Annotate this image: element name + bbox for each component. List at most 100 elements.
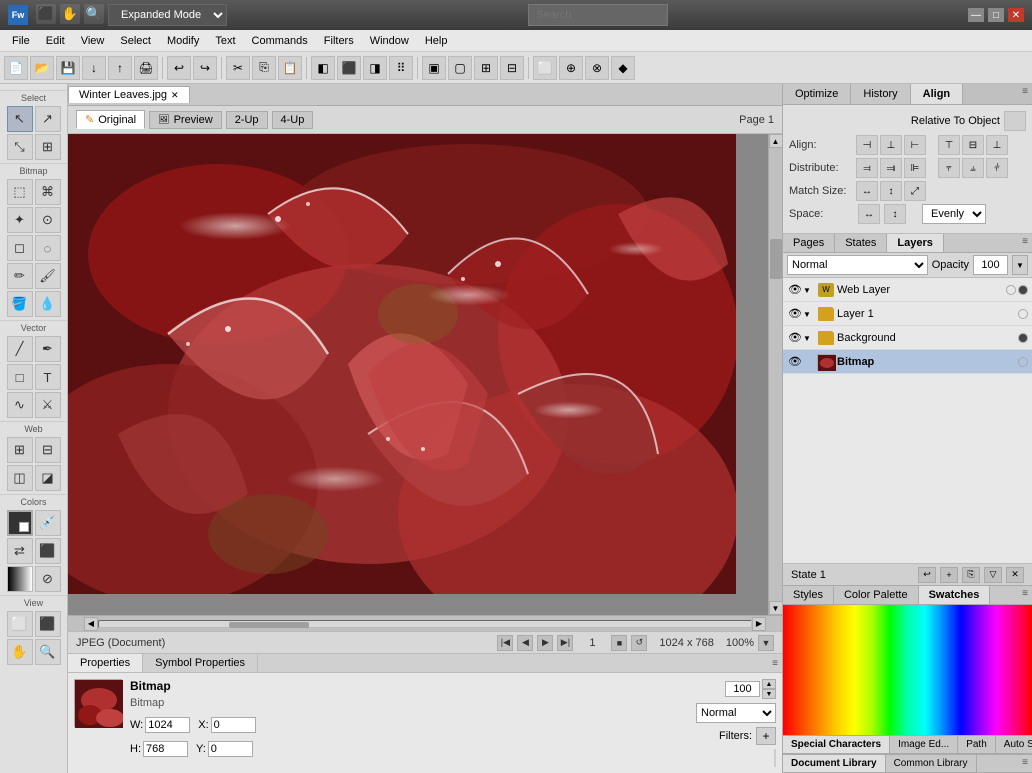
align-panel-collapse[interactable]: ≡ <box>1018 84 1032 104</box>
tool-pencil[interactable]: ✏ <box>7 263 33 289</box>
scroll-down-button[interactable]: ▼ <box>769 601 783 615</box>
tab-styles[interactable]: Styles <box>783 586 834 604</box>
width-input[interactable] <box>145 717 190 733</box>
maximize-button[interactable]: □ <box>988 8 1004 22</box>
tool-scale[interactable]: ⤡ <box>7 134 33 160</box>
tb-split[interactable]: ⊟ <box>500 56 524 80</box>
layer-blend-select[interactable]: Normal <box>787 255 928 275</box>
tool-eyedropper-2[interactable]: 💉 <box>35 510 61 536</box>
align-bottom-btn[interactable]: ⊥ <box>986 135 1008 155</box>
tool-eyedropper[interactable]: 💧 <box>35 291 61 317</box>
tb-export[interactable]: ↑ <box>108 56 132 80</box>
tb-open[interactable]: 📂 <box>30 56 54 80</box>
close-button[interactable]: ✕ <box>1008 8 1024 22</box>
tool-lasso[interactable]: ⌘ <box>35 179 61 205</box>
tool-line[interactable]: ╱ <box>7 336 33 362</box>
tool-show[interactable]: ◪ <box>35 465 61 491</box>
layer-arrow-1[interactable] <box>803 309 815 319</box>
swatches-collapse[interactable]: ≡ <box>1018 586 1032 604</box>
tool-slice[interactable]: ⊟ <box>35 437 61 463</box>
layer-arrow-web[interactable] <box>803 285 815 295</box>
tb-align-center[interactable]: ⬛ <box>337 56 361 80</box>
doc-tab-winter-leaves[interactable]: Winter Leaves.jpg ✕ <box>68 86 190 103</box>
h-scroll-thumb[interactable] <box>229 622 309 628</box>
align-top-btn[interactable]: ⊤ <box>938 135 960 155</box>
scroll-up-button[interactable]: ▲ <box>769 134 783 148</box>
tab-special-chars[interactable]: Special Characters <box>783 736 890 753</box>
panel-tab-history[interactable]: History <box>851 84 910 104</box>
layer-eye-bg[interactable]: 👁 <box>787 330 803 346</box>
tb-import[interactable]: ↓ <box>82 56 106 80</box>
state-btn-2[interactable]: + <box>940 567 958 583</box>
relative-to-button[interactable] <box>1004 111 1026 131</box>
blend-mode-select[interactable]: Normal <box>696 703 776 723</box>
tb-redo[interactable]: ↪ <box>193 56 217 80</box>
tb-flatten[interactable]: ⬜ <box>533 56 557 80</box>
opacity-arrow[interactable]: ▼ <box>1012 255 1028 275</box>
frame-stop[interactable]: ■ <box>611 635 627 651</box>
tool-freeform[interactable]: ∿ <box>7 392 33 418</box>
prop-tab-symbol[interactable]: Symbol Properties <box>143 654 258 672</box>
dist-middle-btn[interactable]: ⫨ <box>962 158 984 178</box>
tb-align-left[interactable]: ◧ <box>311 56 335 80</box>
tool-marquee[interactable]: ⬚ <box>7 179 33 205</box>
opacity-input[interactable] <box>725 681 760 697</box>
layer-eye-1[interactable]: 👁 <box>787 306 803 322</box>
tb-print[interactable]: 🖨 <box>134 56 158 80</box>
tab-states[interactable]: States <box>835 234 887 252</box>
align-center-h-btn[interactable]: ⊥ <box>880 135 902 155</box>
space-select[interactable]: Evenly <box>922 204 986 224</box>
menu-text[interactable]: Text <box>207 33 243 49</box>
tool-zoom[interactable]: 🔍 <box>35 639 61 665</box>
tool-crop[interactable]: ⊞ <box>35 134 61 160</box>
tb-mask[interactable]: ⊗ <box>585 56 609 80</box>
tool-magic-wand[interactable]: ✦ <box>7 207 33 233</box>
tb-new[interactable]: 📄 <box>4 56 28 80</box>
doc-library-collapse[interactable]: ≡ <box>1018 755 1032 772</box>
align-left-btn[interactable]: ⊣ <box>856 135 878 155</box>
frame-next[interactable]: ▶| <box>557 635 573 651</box>
tb-edge[interactable]: ◆ <box>611 56 635 80</box>
search-box[interactable] <box>528 4 668 26</box>
layer-eye-bitmap[interactable]: 👁 <box>787 354 803 370</box>
tool-gradient[interactable] <box>7 566 33 592</box>
tool-full-screen[interactable]: ⬛ <box>35 611 61 637</box>
tool-stroke-color[interactable] <box>7 510 33 536</box>
tool-hotspot[interactable]: ⊞ <box>7 437 33 463</box>
tab-pages[interactable]: Pages <box>783 234 835 252</box>
tb-cut[interactable]: ✂ <box>226 56 250 80</box>
scroll-thumb[interactable] <box>770 239 782 279</box>
align-right-btn[interactable]: ⊢ <box>904 135 926 155</box>
tool-shape[interactable]: □ <box>7 364 33 390</box>
match-both-btn[interactable]: ⤢ <box>904 181 926 201</box>
tool-text[interactable]: T <box>35 364 61 390</box>
space-h-btn[interactable]: ↔ <box>858 204 880 224</box>
layer-eye-web[interactable]: 👁 <box>787 282 803 298</box>
tb-ungroup[interactable]: ▢ <box>448 56 472 80</box>
tb-copy[interactable]: ⎘ <box>252 56 276 80</box>
view-tab-original[interactable]: ✎ Original <box>76 110 145 129</box>
dist-top-btn[interactable]: ⫧ <box>938 158 960 178</box>
doc-tab-close[interactable]: ✕ <box>171 90 179 101</box>
tool-bucket[interactable]: 🪣 <box>7 291 33 317</box>
view-tab-4up[interactable]: 4-Up <box>272 111 314 129</box>
scroll-right-button[interactable]: ▶ <box>752 617 766 631</box>
align-middle-btn[interactable]: ⊟ <box>962 135 984 155</box>
tool-knife[interactable]: ⚔ <box>35 392 61 418</box>
state-btn-1[interactable]: ↩ <box>918 567 936 583</box>
tb-save[interactable]: 💾 <box>56 56 80 80</box>
layer-item-1[interactable]: 👁 Layer 1 <box>783 302 1032 326</box>
frame-play[interactable]: ▶ <box>537 635 553 651</box>
x-input[interactable] <box>211 717 256 733</box>
menu-window[interactable]: Window <box>362 33 417 49</box>
menu-commands[interactable]: Commands <box>244 33 316 49</box>
tool-pointer[interactable]: ↖ <box>7 106 33 132</box>
frame-loop[interactable]: ↺ <box>631 635 647 651</box>
tool-rubber-stamp[interactable]: ⊙ <box>35 207 61 233</box>
tool-btn-3[interactable]: 🔍 <box>84 4 104 24</box>
mode-select[interactable]: Expanded Mode <box>108 4 227 26</box>
layer-arrow-bg[interactable] <box>803 333 815 343</box>
tb-merge[interactable]: ⊕ <box>559 56 583 80</box>
tb-distribute[interactable]: ⠿ <box>389 56 413 80</box>
tool-eraser[interactable]: ◻ <box>7 235 33 261</box>
